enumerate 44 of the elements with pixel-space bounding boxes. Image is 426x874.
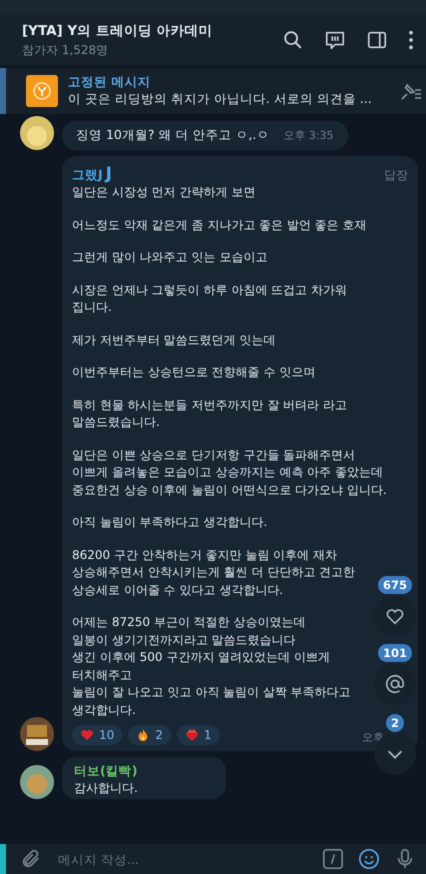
reaction-chip[interactable]: 10 (72, 725, 122, 745)
message-paragraph: 어느정도 악재 같은게 좀 지나가고 좋은 발언 좋은 호재 (72, 216, 367, 234)
message-paragraph: 86200 구간 안착하는거 좋지만 눌림 이후에 재차 상승해주면서 안착시키는게 훨씬 더 단단하고 견고한 상승세로 이어줄 수 있다고 생각합니다. (72, 546, 356, 598)
avatar[interactable] (20, 765, 54, 799)
reply-label[interactable]: 답장 (384, 167, 408, 184)
flaming-heart-icon (184, 728, 199, 742)
pinned-label: 고정된 메시지 (68, 74, 152, 91)
heart-icon (80, 728, 94, 742)
sidebar-icon[interactable] (366, 29, 388, 51)
message-paragraph: 어제는 87250 부근이 적절한 상승이였는데 일봉이 생기기전까지라고 말씀드렸습니다 생긴 이후에 500 구간까지 열려있었는데 이쁘게 터치해주고 눌림이 잘 나오고 잇고 아직 눌림이 살짝 부족하다고 생각합니다. (72, 614, 351, 718)
avatar[interactable] (20, 717, 54, 751)
sender-name[interactable]: 그랬J (72, 167, 103, 184)
message-time: 오후 3:35 (283, 128, 334, 143)
at-sign-icon (384, 673, 406, 695)
message-time: 오후 (362, 730, 384, 745)
emoji-icon[interactable] (358, 848, 380, 870)
attach-icon[interactable] (20, 848, 42, 870)
reaction-chip[interactable]: 2 (128, 725, 171, 745)
message-paragraph: 특히 현물 하시는분들 저번주까지만 잘 버텨라 라고 말씀드렸습니다. (72, 396, 347, 431)
chat-title: [YTA] Y의 트레이딩 아카데미 (22, 22, 214, 40)
message-text: 감사합니다. (74, 780, 139, 797)
menu-icon[interactable] (408, 29, 414, 51)
chat-bubble-icon[interactable] (324, 29, 346, 51)
message-paragraph: 시장은 언제나 그렇듯이 하루 아침에 뜨겁고 차가워 집니다. (72, 282, 347, 316)
member-count: 참가자 1,528명 (22, 42, 110, 58)
avatar[interactable] (20, 116, 54, 150)
message-paragraph: 일단은 이쁜 상승으로 단기저항 구간들 돌파해주면서 이쁘게 올려놓은 모습이고 상승까지는 예측 아주 좋았는데 중요한건 상승 이후에 눌림이 어떤식으로 다가오냐 입니다. (72, 446, 387, 498)
pinned-text: 이 곳은 리딩방의 취지가 아닙니다. 서로의 의견을 ... (68, 91, 373, 108)
pinned-message-bar[interactable]: 고정된 메시지 이 곳은 리딩방의 취지가 아닙니다. 서로의 의견을 ... (0, 68, 426, 114)
message-input[interactable]: 메시지 작성... (56, 850, 308, 868)
logo-icon (26, 75, 58, 107)
sender-name[interactable]: 터보(킬빡) (74, 763, 214, 780)
message-paragraph: 제가 저번주부터 말씀드렸던게 잇는데 (72, 332, 276, 348)
flame-icon (136, 728, 150, 742)
search-icon[interactable] (282, 29, 304, 51)
sender-emblem: J (106, 164, 112, 184)
message-paragraph: 아직 눌림이 부족하다고 생각합니다. (72, 514, 268, 531)
command-icon[interactable] (322, 848, 344, 870)
message-composer[interactable]: 메시지 작성... (0, 844, 426, 874)
message-paragraph: 일단은 시장성 먼저 간략하게 보면 (72, 184, 256, 201)
message-text: 징영 10개월? 왜 더 안주고 ㅇ,.ㅇ (76, 127, 270, 144)
reaction-chip[interactable]: 1 (176, 725, 220, 745)
message-paragraph: 이번주부터는 상승턴으로 전향해줄 수 잇으며 (72, 364, 316, 381)
message-paragraph: 그런게 많이 나와주고 잇는 모습이고 (72, 249, 268, 266)
